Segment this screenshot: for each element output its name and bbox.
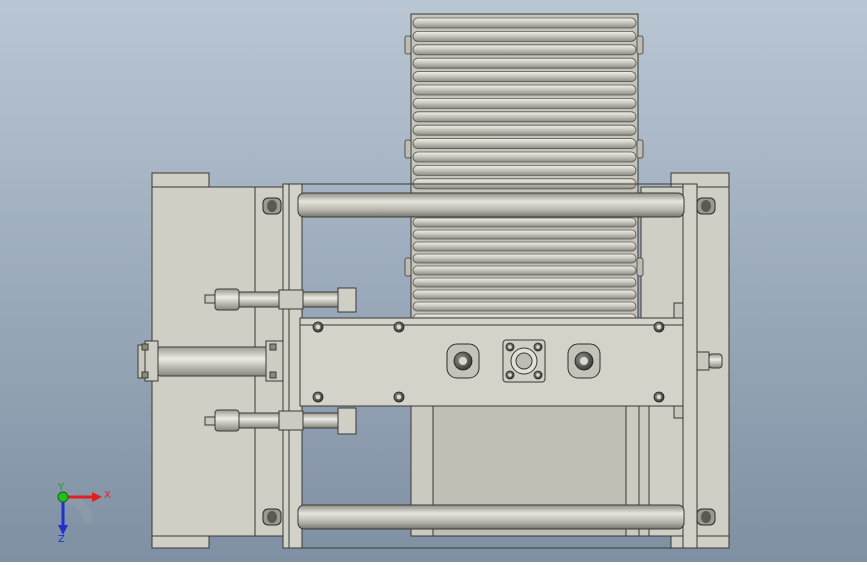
cooling-fin [412, 217, 637, 228]
cap-screw-center [315, 324, 321, 330]
cap-screw-center [396, 324, 402, 330]
housing-tab [404, 139, 412, 159]
main-push-cylinder[interactable] [137, 340, 284, 382]
cooling-fin [412, 253, 637, 264]
center-carriage-plate[interactable] [299, 317, 684, 407]
cooling-fin [412, 301, 637, 312]
flange-bolt-center [508, 373, 512, 377]
cad-viewport[interactable]: X Y Z [0, 0, 867, 562]
y-axis-label: Y [57, 482, 65, 493]
cap-screw-center [656, 394, 662, 400]
flange-bolt-center [536, 345, 540, 349]
guide-rod-top[interactable] [297, 192, 685, 218]
cooling-fin [412, 57, 637, 69]
x-axis-label: X [104, 490, 111, 501]
rod-nut-hole [267, 511, 277, 523]
cooling-fin [412, 71, 637, 82]
cooling-fin [412, 44, 637, 56]
cooling-fin [412, 151, 637, 163]
side-adjust-knob[interactable] [696, 351, 723, 371]
housing-tab [636, 257, 644, 277]
cap-screw-center [656, 324, 662, 330]
cooling-fin [412, 164, 637, 176]
cooling-fin [412, 84, 637, 96]
cooling-fin [412, 124, 637, 136]
cooling-fin [412, 111, 637, 123]
cooling-fin [412, 229, 637, 240]
y-axis-origin-icon [57, 491, 69, 503]
z-axis-label: Z [58, 534, 65, 545]
bushing-nut-center [579, 356, 589, 366]
guide-rod-bottom[interactable] [297, 504, 685, 530]
flange-bolt-center [536, 373, 540, 377]
rod-nut-hole [267, 200, 277, 212]
cooling-fin [412, 277, 637, 288]
housing-tab [636, 139, 644, 159]
rod-nut-hole [701, 511, 711, 523]
cooling-fin [412, 289, 637, 300]
cap-screw-center [396, 394, 402, 400]
cap-screw-center [315, 394, 321, 400]
rod-nut-hole [701, 200, 711, 212]
housing-tab [404, 257, 412, 277]
cooling-fin [412, 17, 637, 29]
flange-bolt-center [508, 345, 512, 349]
bushing-nut-center [458, 356, 468, 366]
housing-tab [636, 35, 644, 55]
cooling-fin [412, 265, 637, 276]
cooling-fin [412, 138, 637, 150]
housing-tab [404, 35, 412, 55]
cooling-fin [412, 98, 637, 109]
cooling-fin [412, 241, 637, 252]
cooling-fin [412, 30, 637, 42]
